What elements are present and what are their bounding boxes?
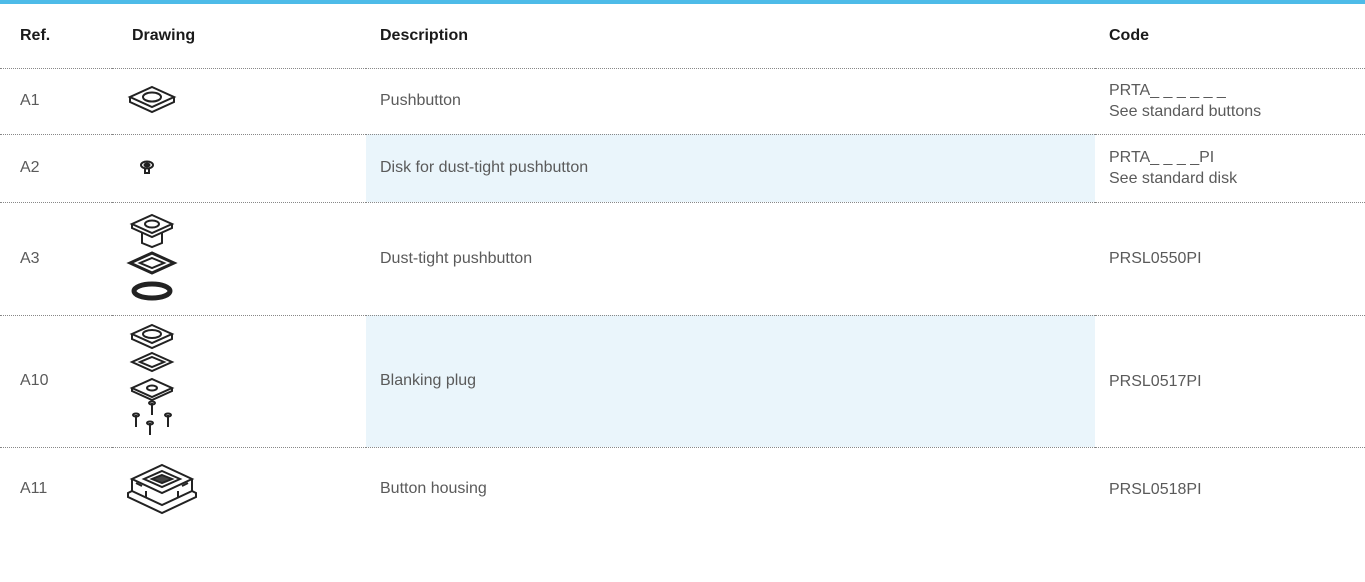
table-header-row: Ref. Drawing Description Code (0, 4, 1365, 69)
row-drawing (112, 68, 366, 135)
parts-table-page: Ref. Drawing Description Code A1 Pushbut… (0, 0, 1365, 582)
row-ref: A1 (0, 68, 112, 135)
row-description: Blanking plug (366, 315, 1095, 448)
pushbutton-icon (127, 85, 177, 114)
row-ref: A2 (0, 134, 112, 203)
row-drawing (112, 315, 366, 448)
code-value: PRTA_ _ _ _ _ _ (1109, 82, 1226, 99)
parts-table: Ref. Drawing Description Code A1 Pushbut… (0, 4, 1365, 531)
table-row: A11 Button housing PRSL0518PI (0, 447, 1365, 531)
row-description: Button housing (380, 480, 487, 498)
row-code: PRSL0550PI (1095, 202, 1365, 316)
row-code: PRSL0517PI (1095, 315, 1365, 448)
row-drawing (112, 202, 366, 316)
header-description: Description (366, 4, 1095, 69)
row-description: Dust-tight pushbutton (366, 202, 1095, 316)
row-code: PRTA_ _ _ _ _ _ See standard buttons (1095, 68, 1365, 135)
row-drawing (112, 447, 366, 531)
row-code: PRTA_ _ _ _PI See standard disk (1095, 134, 1365, 203)
header-ref: Ref. (0, 4, 112, 69)
row-description: Disk for dust-tight pushbutton (366, 134, 1095, 203)
blanking-plug-icon (129, 323, 175, 435)
disk-icon (140, 160, 154, 174)
table-row: A10 Blanking plug PRSL0517PI (0, 315, 1365, 448)
table-row: A1 Pushbutton PRTA_ _ _ _ _ _ See standa… (0, 68, 1365, 135)
code-note: See standard disk (1109, 170, 1238, 187)
header-drawing: Drawing (112, 4, 366, 69)
row-ref: A11 (20, 480, 48, 498)
row-drawing (112, 134, 366, 203)
row-description: Pushbutton (366, 68, 1095, 135)
header-code: Code (1095, 4, 1365, 69)
dust-tight-pushbutton-icon (126, 213, 178, 300)
code-value: PRTA_ _ _ _PI (1109, 149, 1215, 166)
row-ref: A3 (0, 202, 112, 316)
row-code: PRSL0518PI (1109, 480, 1202, 498)
table-row: A3 Dust-tight pushbutton PRSL0550PI (0, 202, 1365, 316)
row-ref: A10 (0, 315, 112, 448)
button-housing-icon (127, 464, 197, 515)
code-note: See standard buttons (1109, 103, 1262, 120)
table-row: A2 Disk for dust-tight pushbutton PRTA_ … (0, 134, 1365, 203)
